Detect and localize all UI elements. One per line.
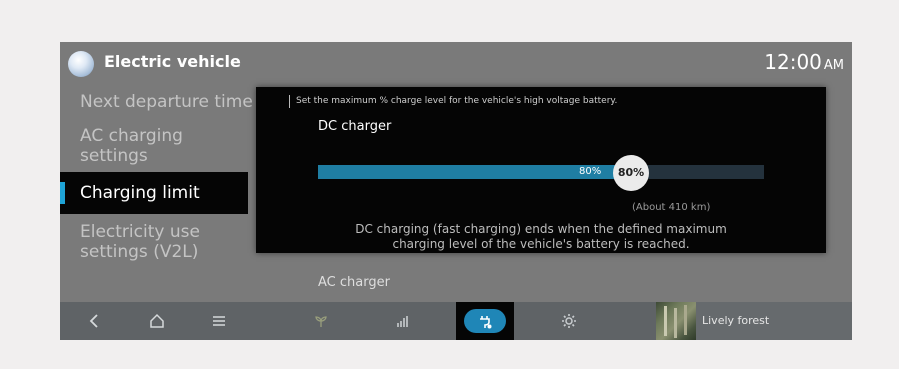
dc-note-line-2: charging level of the vehicle's battery … bbox=[392, 237, 690, 251]
charging-limit-panel: Set the maximum % charge level for the v… bbox=[256, 87, 826, 253]
energy-button[interactable] bbox=[386, 302, 420, 340]
page-title: Electric vehicle bbox=[104, 52, 241, 71]
clock: 12:00 AM bbox=[764, 50, 844, 74]
dc-note-line-1: DC charging (fast charging) ends when th… bbox=[355, 222, 727, 236]
settings-button[interactable] bbox=[552, 302, 586, 340]
menu-item-charging-limit[interactable]: Charging limit bbox=[60, 172, 248, 214]
clock-ampm: AM bbox=[823, 58, 844, 73]
gear-icon bbox=[562, 314, 576, 328]
menu-button[interactable] bbox=[202, 302, 236, 340]
ev-plug-icon bbox=[480, 316, 492, 329]
clock-time: 12:00 bbox=[764, 50, 822, 74]
menu-item-electricity-use-v2l[interactable]: Electricity use settings (V2L) bbox=[60, 222, 210, 262]
estimated-range: (About 410 km) bbox=[632, 202, 711, 213]
media-widget[interactable]: Lively forest bbox=[656, 302, 852, 340]
earth-globe-icon bbox=[68, 51, 94, 77]
ev-button[interactable] bbox=[456, 302, 514, 340]
leaf-icon bbox=[315, 316, 327, 327]
back-chevron-icon bbox=[89, 314, 98, 328]
bar-graph-icon bbox=[397, 316, 408, 327]
dc-charger-label: DC charger bbox=[318, 119, 392, 134]
dc-limit-knob[interactable]: 80% bbox=[613, 155, 649, 191]
dc-limit-fill-label: 80% bbox=[579, 166, 602, 177]
menu-item-next-departure-time[interactable]: Next departure time bbox=[60, 92, 256, 112]
panel-description: Set the maximum % charge level for the v… bbox=[289, 95, 617, 108]
ac-charger-label[interactable]: AC charger bbox=[318, 275, 390, 290]
ev-active-pill bbox=[464, 309, 506, 333]
home-icon bbox=[150, 313, 164, 328]
media-title: Lively forest bbox=[702, 314, 770, 327]
home-button[interactable] bbox=[140, 302, 174, 340]
album-art bbox=[656, 302, 696, 340]
menu-item-ac-charging-settings[interactable]: AC charging settings bbox=[60, 126, 210, 166]
menu-lines-icon bbox=[213, 316, 225, 326]
back-button[interactable] bbox=[78, 302, 112, 340]
infotainment-screen: Electric vehicle 12:00 AM Next departure … bbox=[60, 42, 852, 340]
dc-limit-slider[interactable]: 80% 80% bbox=[318, 155, 764, 191]
title-bar: Electric vehicle 12:00 AM bbox=[60, 42, 852, 86]
eco-button[interactable] bbox=[304, 302, 338, 340]
bottom-nav-bar: Lively forest bbox=[60, 302, 852, 340]
